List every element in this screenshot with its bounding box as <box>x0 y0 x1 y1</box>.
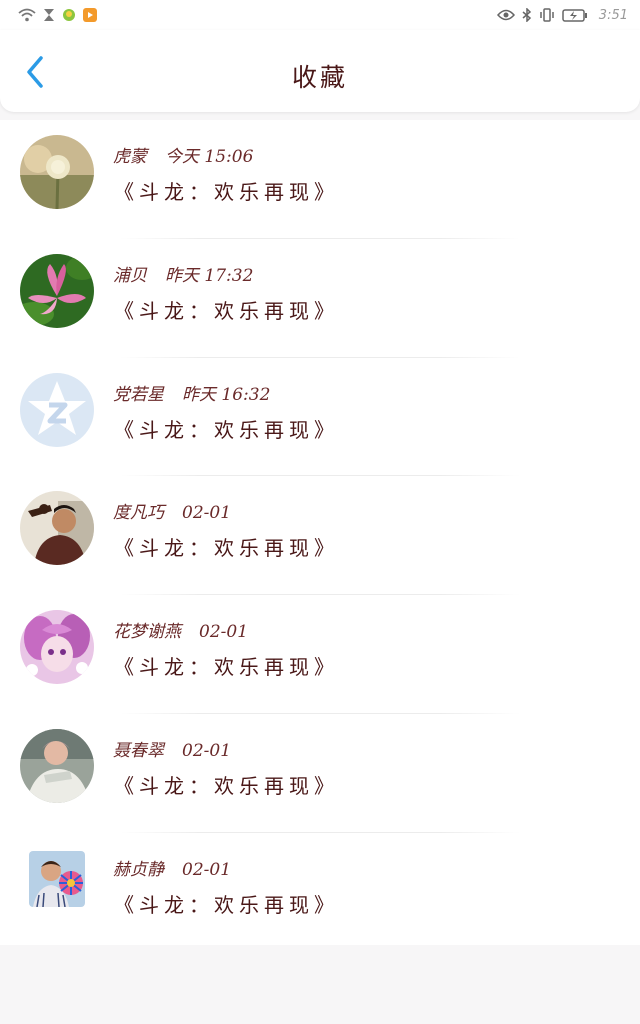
item-time: 昨天 17:32 <box>165 265 254 286</box>
item-title: 《斗龙：欢乐再现》 <box>114 417 339 442</box>
video-app-icon <box>83 8 97 22</box>
user-name: 党若星 <box>113 384 164 405</box>
item-title: 《斗龙：欢乐再现》 <box>114 298 339 323</box>
item-meta: 聂春翠 02-01 <box>113 736 231 761</box>
item-meta: 党若星 昨天 16:32 <box>113 380 270 405</box>
user-name: 花梦谢燕 <box>113 622 181 643</box>
item-meta: 赫贞静 02-01 <box>113 855 231 880</box>
item-title: 《斗龙：欢乐再现》 <box>114 773 339 798</box>
status-bar-left <box>18 8 97 22</box>
item-title: 《斗龙：欢乐再现》 <box>114 892 339 917</box>
status-bar: 3:51 <box>0 0 640 30</box>
clock-time: 3:51 <box>598 7 628 23</box>
item-time: 02-01 <box>182 740 232 761</box>
item-time: 昨天 16:32 <box>182 384 271 405</box>
battery-charging-icon <box>562 8 588 22</box>
app-header: 收藏 <box>0 30 640 112</box>
user-name: 赫贞静 <box>113 859 164 880</box>
list-item[interactable]: 虎蒙 今天 15:06 《斗龙：欢乐再现》 <box>0 120 640 239</box>
vibrate-icon <box>539 8 555 22</box>
item-meta: 花梦谢燕 02-01 <box>113 617 248 642</box>
item-meta: 虎蒙 今天 15:06 <box>113 142 253 167</box>
list-item[interactable]: 党若星 昨天 16:32 《斗龙：欢乐再现》 <box>0 358 640 477</box>
item-title: 《斗龙：欢乐再现》 <box>114 655 339 680</box>
item-time: 今天 15:06 <box>165 147 254 167</box>
avatar <box>20 253 94 328</box>
page-title: 收藏 <box>291 63 348 92</box>
hourglass-icon <box>43 8 55 22</box>
eye-icon <box>496 9 515 21</box>
list-item[interactable]: 聂春翠 02-01 《斗龙：欢乐再现》 <box>0 714 640 833</box>
avatar <box>20 728 94 803</box>
status-bar-right: 3:51 <box>496 7 628 23</box>
list-item[interactable]: 度凡巧 02-01 《斗龙：欢乐再现》 <box>0 476 640 596</box>
avatar <box>20 491 94 566</box>
item-title: 《斗龙：欢乐再现》 <box>114 536 339 561</box>
notification-app-icon <box>62 8 76 22</box>
favorites-list: 虎蒙 今天 15:06 《斗龙：欢乐再现》 浦贝 昨天 17:32 《斗龙：欢乐再现… <box>0 120 640 945</box>
item-time: 02-01 <box>182 503 232 524</box>
avatar <box>20 610 94 685</box>
list-item[interactable]: 浦贝 昨天 17:32 《斗龙：欢乐再现》 <box>0 239 640 358</box>
item-title: 《斗龙：欢乐再现》 <box>114 180 339 204</box>
item-time: 02-01 <box>182 859 232 880</box>
user-name: 度凡巧 <box>113 503 164 524</box>
item-meta: 度凡巧 02-01 <box>113 498 231 523</box>
bluetooth-icon <box>522 8 532 22</box>
avatar <box>29 850 85 907</box>
item-time: 02-01 <box>199 622 249 643</box>
wifi-icon <box>18 8 36 22</box>
list-item[interactable]: 花梦谢燕 02-01 《斗龙：欢乐再现》 <box>0 595 640 714</box>
list-item[interactable]: 赫贞静 02-01 《斗龙：欢乐再现》 <box>0 833 640 952</box>
user-name: 聂春翠 <box>113 740 164 761</box>
avatar <box>20 372 94 447</box>
item-meta: 浦贝 昨天 17:32 <box>113 261 253 286</box>
user-name: 浦贝 <box>113 265 147 286</box>
user-name: 虎蒙 <box>113 147 147 167</box>
avatar <box>20 135 94 209</box>
